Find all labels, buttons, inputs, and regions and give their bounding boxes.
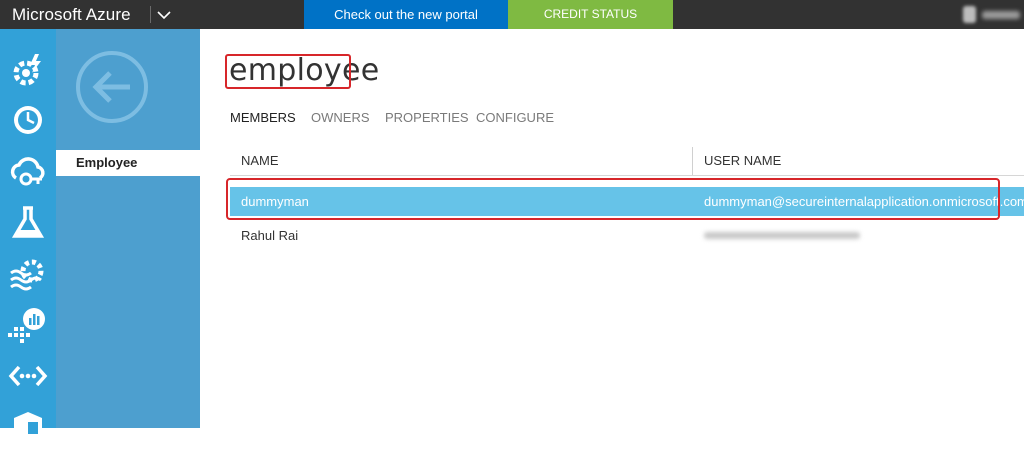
user-avatar[interactable] (963, 6, 976, 23)
chevron-down-icon[interactable] (156, 7, 172, 23)
tab-properties[interactable]: PROPERTIES (385, 110, 469, 125)
cell-name: dummyman (241, 194, 309, 209)
cell-user-name: dummyman@secureinternalapplication.onmic… (704, 194, 1024, 209)
column-divider[interactable] (692, 147, 693, 175)
rail-item-cloud[interactable] (0, 147, 56, 197)
services-icon (13, 54, 41, 86)
nav-item-employee[interactable]: Employee (56, 150, 200, 176)
services-rail (0, 29, 56, 436)
more-icon (14, 412, 42, 436)
rail-item-insights[interactable] (0, 300, 56, 350)
cloud-sync-icon (10, 157, 45, 186)
table-header: NAME USER NAME (230, 147, 1024, 176)
user-name[interactable] (982, 11, 1020, 19)
tab-configure[interactable]: CONFIGURE (476, 110, 554, 125)
rail-item-networks[interactable] (0, 351, 56, 401)
title-highlight-box (225, 54, 351, 89)
brand-divider (150, 6, 151, 23)
new-portal-button[interactable]: Check out the new portal (304, 0, 508, 29)
machine-learning-icon (11, 206, 45, 238)
table-row[interactable]: dummyman dummyman@secureinternalapplicat… (230, 187, 1024, 216)
rail-item-more[interactable] (0, 401, 56, 451)
operational-insights-icon (8, 308, 45, 343)
secondary-nav: Employee (56, 29, 200, 428)
top-bar: Microsoft Azure Check out the new portal… (0, 0, 1024, 29)
column-header-user-name[interactable]: USER NAME (704, 147, 781, 175)
rail-item-scheduler[interactable] (0, 94, 56, 144)
nav-item-label: Employee (76, 155, 138, 170)
networks-icon (8, 365, 48, 387)
tab-members[interactable]: MEMBERS (230, 110, 296, 125)
credit-status-button[interactable]: CREDIT STATUS (508, 0, 673, 29)
back-arrow-icon[interactable] (76, 51, 148, 123)
cell-name: Rahul Rai (241, 228, 299, 243)
scheduler-icon (14, 106, 42, 134)
cell-user-name-redacted (704, 232, 860, 239)
rail-item-services[interactable] (0, 46, 56, 96)
brand-title[interactable]: Microsoft Azure (12, 0, 131, 29)
stream-analytics-icon (10, 259, 44, 291)
rail-item-ml[interactable] (0, 197, 56, 247)
tab-owners[interactable]: OWNERS (311, 110, 370, 125)
rail-item-stream[interactable] (0, 248, 56, 298)
column-header-name[interactable]: NAME (241, 147, 279, 175)
table-row[interactable]: Rahul Rai (230, 221, 1024, 249)
